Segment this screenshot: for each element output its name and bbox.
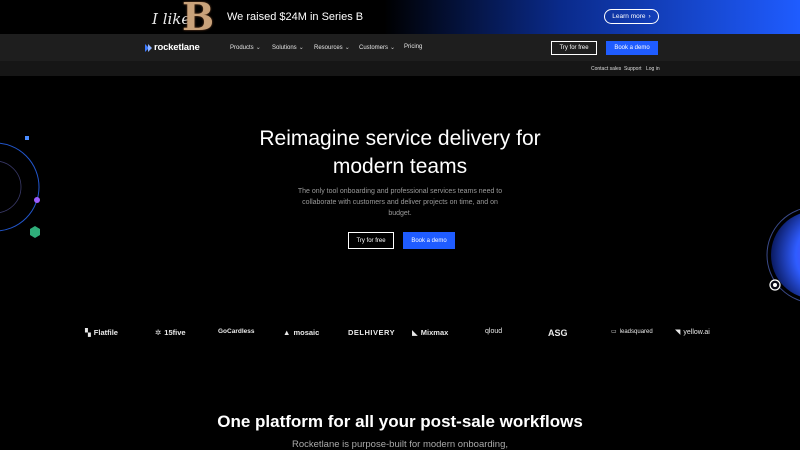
nav-item-label: Pricing — [404, 44, 423, 50]
logo-yellow-ai: ◥ yellow.ai — [675, 328, 710, 337]
support-link[interactable]: Support — [624, 66, 642, 72]
nav-item-label: Products — [230, 44, 254, 51]
mixmax-icon: ◣ — [412, 328, 418, 337]
login-link[interactable]: Log in — [646, 66, 660, 72]
nav-item-resources[interactable]: Resources ⌄ — [314, 44, 350, 52]
logo-text: rocketlane — [154, 42, 200, 53]
logo-delhivery: DELHIVERY — [348, 328, 395, 337]
section-subtitle: Rocketlane is purpose-built for modern o… — [292, 439, 508, 450]
rocketlane-logo[interactable]: rocketlane — [145, 42, 200, 53]
flatfile-icon: ▚ — [85, 328, 91, 337]
orbit-glow — [0, 142, 40, 232]
logo-mixmax: ◣ Mixmax — [412, 328, 448, 337]
nav-book-demo-button[interactable]: Book a demo — [606, 41, 658, 55]
nav-try-free-button[interactable]: Try for free — [551, 41, 597, 55]
logo-15five: ✲ 15five — [155, 328, 186, 337]
rocketlane-logo-icon — [145, 43, 152, 52]
nav-item-products[interactable]: Products ⌄ — [230, 44, 261, 52]
logo-qloud: qloud — [485, 328, 502, 335]
logo-asg: ASG — [548, 328, 568, 338]
nav-item-label: Customers — [359, 44, 389, 51]
learn-more-button[interactable]: Learn more › — [604, 9, 659, 24]
hero-title-line2: modern teams — [332, 155, 468, 178]
mosaic-icon: ▲ — [283, 328, 291, 337]
yellow-ai-icon: ◥ — [675, 329, 681, 336]
logo-label: 15five — [164, 328, 186, 337]
nav-item-customers[interactable]: Customers ⌄ — [359, 44, 396, 52]
logo-label: Mixmax — [420, 328, 449, 337]
main-nav: rocketlane Products ⌄ Solutions ⌄ Resource… — [0, 34, 800, 61]
logo-label: ASG — [548, 328, 568, 338]
hero-try-free-button[interactable]: Try for free — [348, 232, 394, 249]
chevron-down-icon: ⌄ — [344, 45, 350, 51]
nav-item-label: Resources — [314, 44, 343, 51]
utility-nav: Contact sales Support Log in — [0, 61, 800, 76]
logo-label: DELHIVERY — [348, 328, 396, 337]
chevron-down-icon: ⌄ — [298, 45, 304, 51]
leadsquared-icon: ▭ — [611, 329, 617, 335]
logo-gocardless: GoCardless — [218, 328, 255, 335]
banner-message: We raised $24M in Series B — [227, 11, 364, 23]
nav-item-label: Solutions — [272, 44, 297, 51]
logo-flatfile: ▚ Flatfile — [85, 328, 118, 337]
nav-item-pricing[interactable]: Pricing — [404, 44, 422, 50]
orbit-decoration-left — [0, 136, 40, 238]
series-b-artwork: I like B — [148, 0, 218, 39]
logo-label: mosaic — [293, 328, 320, 337]
orbit-hex-green — [30, 226, 40, 238]
logo-label: GoCardless — [218, 328, 255, 335]
contact-sales-link[interactable]: Contact sales — [591, 66, 621, 72]
logo-leadsquared: ▭ leadsquared — [611, 328, 653, 336]
hero-title-line1: Reimagine service delivery for — [259, 127, 541, 150]
chevron-right-icon: › — [648, 13, 651, 20]
logo-mosaic: ▲ mosaic — [283, 328, 319, 337]
orbit-decoration-right — [766, 208, 800, 302]
chevron-down-icon: ⌄ — [255, 45, 261, 51]
hero-title: Reimagine service delivery for modern te… — [200, 125, 600, 181]
logo-label: leadsquared — [619, 328, 653, 335]
hero-book-demo-button[interactable]: Book a demo — [403, 232, 455, 249]
logo-label: qloud — [485, 328, 503, 335]
orbit-dot-blue — [25, 136, 29, 140]
customer-logo-strip: ▚ Flatfile ✲ 15five GoCardless ▲ mosaic DEL… — [85, 328, 745, 342]
chevron-down-icon: ⌄ — [390, 45, 396, 51]
section-title: One platform for all your post-sale work… — [217, 412, 583, 431]
announcement-banner: I like B We raised $24M in Series B Lear… — [0, 0, 800, 39]
learn-more-label: Learn more — [612, 13, 646, 20]
logo-label: yellow.ai — [683, 328, 710, 336]
logo-label: Flatfile — [93, 328, 118, 337]
hero-subtitle: The only tool onboarding and professiona… — [297, 188, 503, 217]
orbit-dot-purple — [34, 197, 40, 203]
15five-icon: ✲ — [155, 328, 162, 337]
orbit-node-center — [773, 283, 777, 287]
nav-item-solutions[interactable]: Solutions ⌄ — [272, 44, 304, 52]
